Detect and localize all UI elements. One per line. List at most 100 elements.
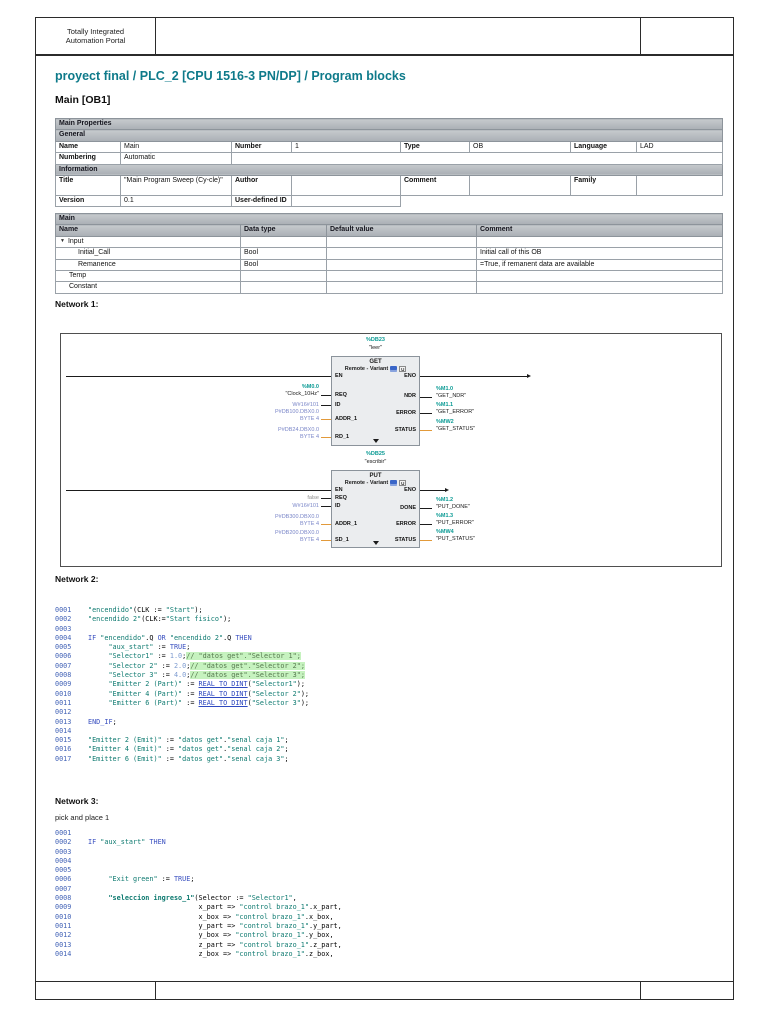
line-number: 0012: [55, 708, 72, 717]
header-cell-right: [641, 18, 733, 54]
type-label: Type: [400, 140, 470, 154]
code-line: 0009 "Emitter 2 (Part)" := REAL_TO_DINT(…: [55, 680, 305, 689]
wire: [321, 498, 331, 499]
code-line: 0010 x_box => "control brazo_1".x_box,: [55, 912, 334, 921]
table-row: ▼ Input: [55, 235, 724, 249]
line-number: 0005: [55, 866, 72, 875]
code-line: 0004: [55, 857, 720, 866]
wire: [66, 490, 331, 491]
line-number: 0014: [55, 726, 72, 735]
code-line: 0014: [55, 727, 720, 736]
pin-id: ID: [335, 503, 341, 509]
book-icon: [390, 366, 398, 372]
operand-put-req: false: [307, 495, 319, 501]
page-title: Main [OB1]: [55, 94, 111, 106]
pin-rd1: RD_1: [335, 434, 350, 440]
line-number: 0006: [55, 652, 72, 661]
ladder-network-canvas: %DB23 "leer" GET Remote - Variant U EN R…: [60, 333, 722, 567]
code-line: 0004 IF "encendido".Q OR "encendido 2".Q …: [55, 633, 252, 642]
title-value: "Main Program Sweep (Cy-cle)": [120, 174, 232, 196]
pin-id: ID: [335, 402, 341, 408]
wire: [420, 540, 432, 541]
table-row: Remanence Bool =True, if remanent data are…: [55, 258, 724, 271]
table-row: Constant: [55, 281, 724, 294]
wire: [321, 524, 331, 525]
line-number: 0009: [55, 680, 72, 689]
tia-logo: Totally Integrated Automation Portal: [36, 18, 156, 54]
network-1-label: Network 1:: [55, 299, 99, 309]
wire: [420, 376, 527, 377]
put-block: PUT Remote - Variant U EN REQ ID ADDR_1 …: [331, 470, 420, 548]
comment-value: [469, 174, 571, 196]
operand-get-rd1: P#DB24.DBX0.0 BYTE 4: [278, 427, 319, 440]
operand-put-sd1: P#DB200.DBX0.0 BYTE 4: [274, 530, 319, 543]
line-number: 0017: [55, 754, 72, 763]
header-table: Totally Integrated Automation Portal: [35, 17, 734, 56]
line-number: 0004: [55, 856, 72, 865]
get-db-label: %DB23: [366, 337, 385, 343]
code-line: 0008 "seleccion ingreso_1"(Selector := "…: [55, 894, 297, 903]
line-number: 0016: [55, 745, 72, 754]
operand-get-addr1: P#DB100.DBX0.0 BYTE 4: [274, 409, 319, 422]
operand-get-status: %MW2 "GET_STATUS": [436, 419, 476, 432]
operand-put-id: W#16#101: [292, 503, 319, 509]
put-block-title: PUT: [369, 473, 382, 479]
pin-ndr: NDR: [404, 393, 416, 399]
pin-error: ERROR: [396, 521, 416, 527]
table-row: Temp: [55, 269, 724, 283]
code-line: 0013 z_part => "control brazo_1".z_part,: [55, 940, 342, 949]
line-number: 0013: [55, 717, 72, 726]
code-line: 0003: [55, 625, 720, 634]
code-line: 0015 "Emitter 2 (Emit)" := "datos get"."s…: [55, 736, 289, 745]
pin-req: REQ: [335, 495, 347, 501]
line-number: 0007: [55, 884, 72, 893]
author-label: Author: [231, 174, 292, 196]
wire: [420, 397, 432, 398]
wire: [321, 540, 331, 541]
code-line: 0011 y_part => "control brazo_1".y_part,: [55, 921, 342, 930]
code-line: 0012 y_box => "control brazo_1".y_box,: [55, 931, 334, 940]
chevron-down-icon: ▼: [60, 237, 65, 244]
header-cell-middle: [156, 18, 641, 54]
operand-put-error: %M1.3 "PUT_ERROR": [436, 513, 474, 526]
code-line: 0003: [55, 848, 720, 857]
wire: [420, 524, 432, 525]
pin-req: REQ: [335, 392, 347, 398]
line-number: 0003: [55, 847, 72, 856]
comment-label: Comment: [400, 174, 470, 196]
line-number: 0002: [55, 838, 72, 847]
pin-en: EN: [335, 373, 343, 379]
number-value: 1: [291, 140, 401, 154]
code-line: 0001 "encendido"(CLK := "Start");: [55, 606, 203, 614]
line-number: 0008: [55, 894, 72, 903]
language-value: LAD: [635, 140, 724, 154]
title-label: Title: [55, 174, 121, 196]
put-instance-label: "escribir": [364, 459, 387, 465]
breadcrumb: proyect final / PLC_2 [CPU 1516-3 PN/DP]…: [55, 69, 406, 83]
col-header-name: Name: [55, 224, 241, 237]
version-row-spacer: [401, 195, 723, 206]
line-number: 0008: [55, 671, 72, 680]
network-2-label: Network 2:: [55, 574, 99, 584]
pin-done: DONE: [400, 505, 416, 511]
pin-eno: ENO: [404, 373, 416, 379]
line-number: 0009: [55, 903, 72, 912]
line-number: 0001: [55, 606, 72, 614]
footer-table: [35, 981, 734, 1000]
wire: [420, 413, 432, 414]
col-header-datatype: Data type: [240, 224, 327, 237]
name-label: Name: [55, 140, 121, 154]
properties-table: Main Properties General Name Main Number…: [54, 117, 724, 208]
code-line: 0016 "Emitter 4 (Emit)" := "datos get"."s…: [55, 745, 289, 754]
code-line: 0007 "Selector 2" := 2.0;// "datos get".…: [55, 661, 305, 670]
code-line: 0009 x_part => "control brazo_1".x_part,: [55, 903, 342, 912]
pin-en: EN: [335, 487, 343, 493]
pin-sd1: SD_1: [335, 537, 349, 543]
code-line: 0010 "Emitter 4 (Part)" := REAL_TO_DINT(…: [55, 689, 310, 698]
scl-code-network2: 0001 "encendido"(CLK := "Start"); 0002 "enc…: [55, 606, 720, 764]
line-number: 0014: [55, 949, 72, 958]
get-block-title: GET: [369, 359, 382, 365]
wire: [321, 405, 331, 406]
family-value: [635, 174, 724, 196]
code-line: 0005 "aux_start" := TRUE;: [55, 643, 191, 652]
